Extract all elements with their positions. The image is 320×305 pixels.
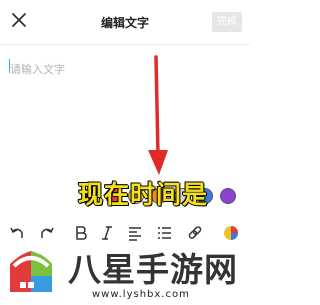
color-icon[interactable] [222, 224, 240, 242]
done-button[interactable]: 完成 [212, 12, 242, 32]
watermark-brand: 八星手游网 [68, 250, 238, 289]
red-arrow-annotation [148, 55, 168, 175]
align-icon[interactable] [126, 224, 144, 242]
color-swatch-purple[interactable] [220, 188, 236, 204]
watermark-url: www.lyshbx.com [92, 289, 190, 300]
bold-icon[interactable] [72, 224, 90, 242]
italic-icon[interactable] [98, 224, 116, 242]
caption-text: 现在时间是 [78, 180, 209, 209]
top-bar: 编辑文字 完成 [0, 0, 250, 45]
text-input[interactable]: 请输入文字 [10, 61, 65, 77]
watermark-logo-icon [6, 251, 56, 294]
list-icon[interactable] [156, 224, 174, 242]
link-icon[interactable] [186, 224, 204, 242]
